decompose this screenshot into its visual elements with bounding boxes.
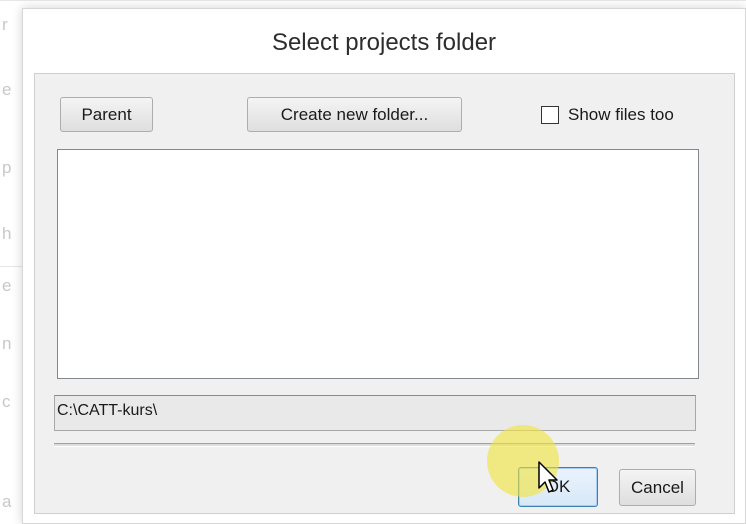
background-text: a	[2, 492, 12, 511]
ok-button[interactable]: OK	[518, 467, 598, 507]
background-text: h	[2, 224, 12, 243]
background-divider	[0, 0, 746, 1]
show-files-checkbox[interactable]	[541, 105, 559, 124]
background-text: n	[2, 334, 12, 353]
dialog-body: Parent Create new folder... Show files t…	[34, 73, 735, 514]
background-divider	[0, 266, 22, 267]
dialog-separator	[54, 443, 695, 447]
background-text: r	[2, 15, 8, 34]
folder-path-field: C:\CATT-kurs\	[54, 395, 696, 431]
show-files-label: Show files too	[568, 104, 674, 124]
background-text: p	[2, 158, 12, 177]
dialog-title: Select projects folder	[271, 29, 497, 56]
create-new-folder-button[interactable]: Create new folder...	[247, 97, 462, 132]
background-text: c	[2, 392, 11, 411]
dialog-titlebar[interactable]: Select projects folder	[23, 9, 745, 73]
cancel-button[interactable]: Cancel	[619, 469, 696, 506]
folder-list[interactable]	[57, 149, 699, 379]
show-files-toggle[interactable]: Show files too	[541, 97, 674, 132]
screen: r e p h e n c a Select projects folder P…	[0, 0, 746, 524]
select-folder-dialog: Select projects folder Parent Create new…	[22, 8, 746, 524]
parent-button[interactable]: Parent	[60, 97, 153, 132]
background-text: e	[2, 276, 12, 295]
background-text: e	[2, 80, 12, 99]
